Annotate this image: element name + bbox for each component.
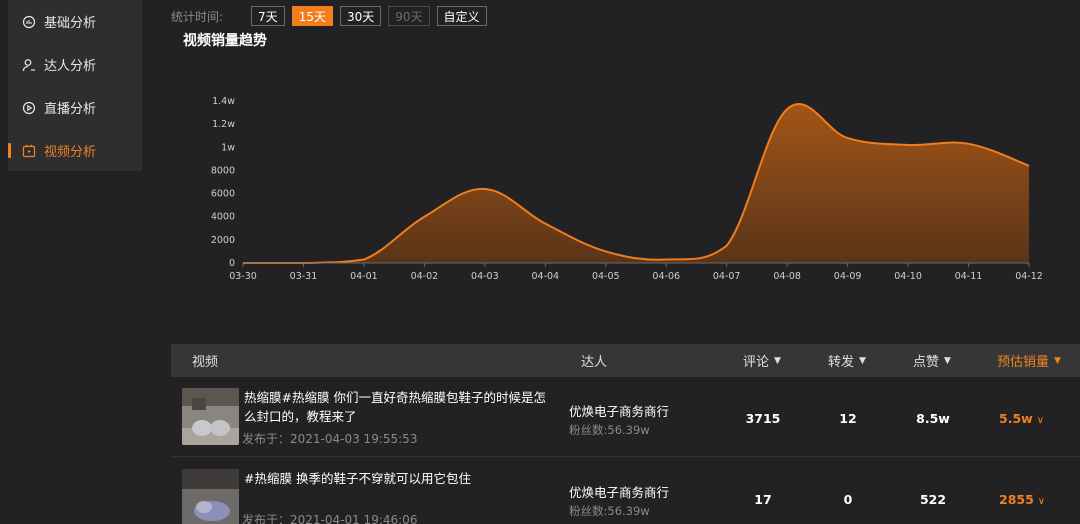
x-tick-label: 04-05 bbox=[592, 271, 620, 282]
video-icon bbox=[22, 144, 36, 158]
play-circle-icon bbox=[22, 101, 36, 115]
sidebar-item-label: 达人分析 bbox=[44, 59, 97, 74]
y-tick-label: 1w bbox=[221, 142, 235, 153]
header-shares-sort[interactable]: 转发 ▼ bbox=[828, 344, 866, 377]
sidebar-item-label: 基础分析 bbox=[44, 16, 97, 31]
caret-down-icon: ▼ bbox=[859, 355, 866, 366]
y-tick-label: 1.4w bbox=[212, 96, 235, 107]
sidebar-item-label: 视频分析 bbox=[44, 145, 97, 160]
shares-count: 0 bbox=[843, 492, 853, 507]
y-tick-label: 0 bbox=[229, 258, 235, 269]
table-row[interactable]: 热缩膜#热缩膜 你们一直好奇热缩膜包鞋子的时候是怎么封口的，教程来了 发布于：2… bbox=[171, 377, 1080, 457]
likes-count: 522 bbox=[919, 492, 947, 507]
x-tick-label: 04-01 bbox=[350, 271, 378, 282]
header-sales-sort[interactable]: 预估销量 ▼ bbox=[997, 344, 1061, 377]
comments-count: 17 bbox=[754, 492, 772, 507]
table-row[interactable]: #热缩膜 换季的鞋子不穿就可以用它包住 发布于：2021-04-01 19:46… bbox=[171, 458, 1080, 524]
sidebar-item-video-analysis[interactable]: 视频分析 bbox=[8, 129, 142, 172]
shares-count: 12 bbox=[839, 411, 857, 426]
talent-name[interactable]: 优焕电子商务商行 bbox=[569, 401, 669, 420]
caret-down-icon: ▼ bbox=[1054, 355, 1061, 366]
sales-area bbox=[243, 104, 1029, 263]
time-option-90d: 90天 bbox=[388, 6, 430, 26]
video-title[interactable]: 热缩膜#热缩膜 你们一直好奇热缩膜包鞋子的时候是怎么封口的，教程来了 bbox=[244, 388, 554, 426]
x-tick-label: 03-30 bbox=[229, 271, 257, 282]
time-option-7d[interactable]: 7天 bbox=[251, 6, 285, 26]
header-talent: 达人 bbox=[581, 355, 608, 370]
video-title[interactable]: #热缩膜 换季的鞋子不穿就可以用它包住 bbox=[244, 469, 554, 488]
sales-estimate[interactable]: 2855 ∨ bbox=[999, 492, 1069, 507]
user-icon bbox=[22, 58, 36, 72]
x-tick-label: 04-08 bbox=[773, 271, 801, 282]
y-tick-label: 4000 bbox=[211, 212, 235, 223]
sales-estimate[interactable]: 5.5w ∨ bbox=[999, 411, 1069, 426]
y-tick-label: 1.2w bbox=[212, 119, 235, 130]
header-likes-sort[interactable]: 点赞 ▼ bbox=[913, 344, 951, 377]
sidebar-item-live-analysis[interactable]: 直播分析 bbox=[8, 86, 142, 129]
analytics-icon bbox=[22, 15, 36, 29]
y-tick-label: 6000 bbox=[211, 189, 235, 200]
talent-fans: 粉丝数:56.39w bbox=[569, 504, 650, 518]
chevron-down-icon: ∨ bbox=[1036, 415, 1045, 426]
time-filter: 统计时间: 7天 15天 30天 90天 自定义 bbox=[171, 6, 494, 26]
y-tick-label: 2000 bbox=[211, 235, 235, 246]
active-indicator bbox=[8, 143, 11, 158]
sidebar-item-talent-analysis[interactable]: 达人分析 bbox=[8, 43, 142, 86]
publish-date: 发布于：2021-04-03 19:55:53 bbox=[242, 432, 418, 446]
x-tick-label: 04-04 bbox=[532, 271, 560, 282]
x-tick-label: 04-11 bbox=[955, 271, 983, 282]
table-header: 视频 达人 评论 ▼ 转发 ▼ 点赞 ▼ 预估销量 ▼ bbox=[171, 344, 1080, 377]
x-tick-label: 04-12 bbox=[1015, 271, 1043, 282]
time-option-30d[interactable]: 30天 bbox=[339, 6, 382, 26]
likes-count: 8.5w bbox=[916, 411, 950, 426]
talent-fans: 粉丝数:56.39w bbox=[569, 423, 650, 437]
sales-trend-chart: 03-30 03-31 04-01 04-02 04-03 04-04 04-05 04-06… bbox=[211, 96, 1043, 282]
talent-name[interactable]: 优焕电子商务商行 bbox=[569, 482, 669, 501]
time-option-custom[interactable]: 自定义 bbox=[436, 6, 487, 26]
chevron-down-icon: ∨ bbox=[1037, 496, 1046, 507]
x-tick-label: 04-07 bbox=[713, 271, 741, 282]
y-tick-label: 8000 bbox=[211, 165, 235, 176]
x-tick-label: 04-06 bbox=[652, 271, 680, 282]
sidebar-item-label: 直播分析 bbox=[44, 102, 97, 117]
sidebar: 基础分析 达人分析 直播分析 视频分析 bbox=[8, 0, 142, 171]
time-filter-label: 统计时间: bbox=[171, 9, 224, 24]
x-tick-label: 04-02 bbox=[411, 271, 439, 282]
header-video: 视频 bbox=[192, 355, 219, 370]
x-tick-label: 04-09 bbox=[834, 271, 862, 282]
comments-count: 3715 bbox=[745, 411, 781, 426]
publish-date: 发布于：2021-04-01 19:46:06 bbox=[242, 513, 418, 524]
chart-title: 视频销量趋势 bbox=[183, 33, 267, 49]
caret-down-icon: ▼ bbox=[774, 355, 781, 366]
video-thumbnail[interactable] bbox=[182, 388, 239, 445]
x-tick-label: 04-10 bbox=[894, 271, 922, 282]
caret-down-icon: ▼ bbox=[944, 355, 951, 366]
time-option-15d[interactable]: 15天 bbox=[291, 6, 333, 26]
x-tick-label: 03-31 bbox=[290, 271, 318, 282]
video-thumbnail[interactable] bbox=[182, 469, 239, 524]
sidebar-item-basic-analysis[interactable]: 基础分析 bbox=[8, 0, 142, 43]
header-comments-sort[interactable]: 评论 ▼ bbox=[743, 344, 781, 377]
x-tick-label: 04-03 bbox=[471, 271, 499, 282]
